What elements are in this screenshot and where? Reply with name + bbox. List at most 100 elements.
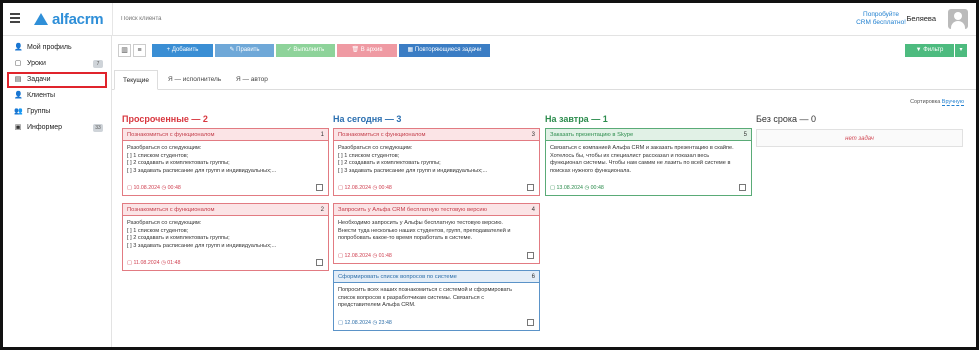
sort-mode-link[interactable]: Вручную	[941, 99, 964, 106]
task-number: 5	[743, 132, 747, 138]
sidebar-item-label: Информер	[27, 124, 63, 131]
task-card-body: Разобраться со следующим:[ ] 1 списком с…	[127, 145, 277, 174]
task-number: 6	[531, 274, 535, 280]
tab-assignee[interactable]: Я — исполнитель	[160, 70, 229, 90]
task-checkbox[interactable]	[739, 184, 746, 191]
sort-control: Сортировка Вручную	[910, 99, 964, 106]
logo-text: alfacrm	[52, 10, 104, 28]
task-time: 00:48	[167, 185, 181, 191]
users-icon: 👥	[14, 108, 23, 115]
recurring-tasks-button[interactable]: ▦ Повторяющиеся задачи	[399, 44, 490, 57]
task-due: ▢ 12.08.2024 ◷ 23:48	[338, 320, 392, 326]
user-name[interactable]: Беляева	[906, 14, 936, 23]
sidebar: 👤 Мой профиль ▢ Уроки 7 ▤ Задачи 👤 Клиен…	[3, 36, 112, 347]
task-date: 12.08.2024	[344, 320, 371, 326]
task-card-title[interactable]: Заказать презентацию в Skype 5	[546, 129, 751, 141]
user-icon: 👤	[14, 44, 23, 51]
task-checkbox[interactable]	[527, 319, 534, 326]
sidebar-item-tasks[interactable]: ▤ Задачи	[7, 72, 107, 88]
task-checkbox[interactable]	[527, 252, 534, 259]
tasks-icon: ▤	[14, 76, 22, 83]
add-button[interactable]: + Добавить	[152, 44, 213, 57]
task-card[interactable]: Познакомиться с функционалом 3 Разобратьс…	[333, 128, 540, 196]
task-time: 00:48	[378, 185, 392, 191]
sidebar-item-groups[interactable]: 👥 Группы	[3, 104, 111, 120]
column-title-overdue: Просроченные — 2	[122, 114, 208, 124]
app-window: alfacrm Попробуйте CRM бесплатно! Беляев…	[0, 0, 979, 350]
column-title-today: На сегодня — 3	[333, 114, 402, 124]
sort-label: Сортировка	[910, 99, 941, 105]
task-card[interactable]: Заказать презентацию в Skype 5 Связаться …	[545, 128, 752, 196]
column-title-nodue: Без срока — 0	[756, 114, 816, 124]
menu-icon[interactable]	[10, 13, 20, 23]
kanban-view-icon[interactable]: ▥	[118, 44, 131, 57]
tab-current[interactable]: Текущие	[114, 70, 158, 90]
promo-line-1: Попробуйте	[863, 11, 900, 18]
logo-icon	[34, 13, 48, 25]
task-due: ▢ 12.08.2024 ◷ 00:48	[338, 185, 392, 191]
empty-column-placeholder: нет задач	[756, 129, 963, 147]
task-time: 00:48	[590, 185, 604, 191]
task-card-title[interactable]: Познакомиться с функционалом 1	[123, 129, 328, 141]
task-card[interactable]: Познакомиться с функционалом 1 Разобратьс…	[122, 128, 329, 196]
task-due: ▢ 11.08.2024 ◷ 01:48	[127, 260, 181, 266]
sidebar-item-profile[interactable]: 👤 Мой профиль	[3, 40, 111, 56]
archive-button[interactable]: 🗑 В архив	[337, 44, 397, 57]
task-card-title[interactable]: Сформировать список вопросов по системе 6	[334, 271, 539, 283]
task-tabs: Текущие Я — исполнитель Я — автор	[112, 70, 976, 90]
client-search-input[interactable]	[112, 3, 412, 36]
task-time: 23:48	[378, 320, 392, 326]
user-icon: 👤	[14, 92, 23, 99]
filter-button[interactable]: ▼ Фильтр	[905, 44, 954, 57]
task-card-body: Разобраться со следующим:[ ] 1 списком с…	[127, 220, 277, 249]
task-card-body: Разобраться со следующим:[ ] 1 списком с…	[338, 145, 488, 174]
complete-button[interactable]: ✓ Выполнить	[276, 44, 335, 57]
filter-dropdown-button[interactable]: ▾	[955, 44, 967, 57]
edit-button[interactable]: ✎ Править	[215, 44, 274, 57]
calendar-icon: ▢	[14, 60, 22, 67]
task-card-title[interactable]: Познакомиться с функционалом 2	[123, 204, 328, 216]
task-due: ▢ 12.08.2024 ◷ 01:48	[338, 253, 392, 259]
task-date: 13.08.2024	[556, 185, 583, 191]
column-title-tomorrow: На завтра — 1	[545, 114, 608, 124]
task-card-body: Связаться с компанией Альфа CRM и заказа…	[550, 145, 734, 174]
task-card-title[interactable]: Познакомиться с функционалом 3	[334, 129, 539, 141]
task-time: 01:48	[167, 260, 181, 266]
promo-link[interactable]: Попробуйте CRM бесплатно!	[856, 11, 906, 27]
sidebar-item-label: Группы	[27, 108, 51, 115]
task-number: 1	[320, 132, 324, 138]
avatar[interactable]	[948, 9, 968, 29]
task-date: 11.08.2024	[133, 260, 160, 266]
task-checkbox[interactable]	[316, 259, 323, 266]
task-due: ▢ 10.08.2024 ◷ 00:48	[127, 185, 181, 191]
promo-line-2: CRM бесплатно!	[856, 19, 906, 26]
task-due: ▢ 13.08.2024 ◷ 00:48	[550, 185, 604, 191]
task-card-body: Попросить всех наших познакомиться с сис…	[338, 287, 513, 309]
lessons-count-badge: 7	[93, 60, 103, 68]
sidebar-item-informer[interactable]: ▣ Информер 33	[3, 120, 111, 136]
logo[interactable]: alfacrm	[34, 10, 104, 28]
sidebar-item-label: Уроки	[27, 60, 46, 67]
task-card[interactable]: Запросить у Альфа CRM бесплатную тестову…	[333, 203, 540, 264]
task-card[interactable]: Познакомиться с функционалом 2 Разобратьс…	[122, 203, 329, 271]
task-card-body: Необходимо запросить у Альфы бесплатную …	[338, 220, 511, 242]
task-date: 10.08.2024	[133, 185, 160, 191]
sidebar-item-label: Клиенты	[27, 92, 56, 99]
task-number: 4	[531, 207, 535, 213]
news-icon: ▣	[14, 124, 22, 131]
informer-count-badge: 33	[93, 124, 103, 132]
sidebar-item-lessons[interactable]: ▢ Уроки 7	[3, 56, 111, 72]
sidebar-item-label: Мой профиль	[27, 44, 72, 51]
task-date: 12.08.2024	[344, 185, 371, 191]
task-date: 12.08.2024	[344, 253, 371, 259]
task-card-title[interactable]: Запросить у Альфа CRM бесплатную тестову…	[334, 204, 539, 216]
list-view-icon[interactable]: ≡	[133, 44, 146, 57]
task-checkbox[interactable]	[316, 184, 323, 191]
task-checkbox[interactable]	[527, 184, 534, 191]
tab-author[interactable]: Я — автор	[228, 70, 276, 90]
sidebar-item-clients[interactable]: 👤 Клиенты	[3, 88, 111, 104]
main-content: ▥ ≡ + Добавить ✎ Править ✓ Выполнить 🗑 В…	[112, 36, 976, 347]
sidebar-item-label: Задачи	[27, 76, 51, 83]
task-card[interactable]: Сформировать список вопросов по системе 6…	[333, 270, 540, 331]
task-time: 01:48	[378, 253, 392, 259]
